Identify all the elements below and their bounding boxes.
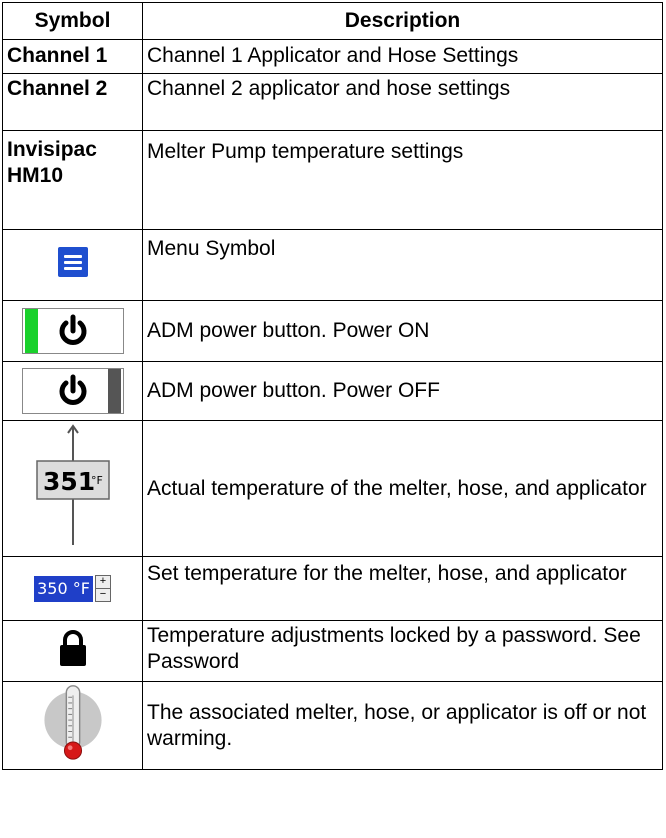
power-on-icon: [21, 307, 124, 354]
lock-icon: [59, 629, 86, 666]
symbol-cell: [2, 300, 143, 362]
symbol-channel-1: Channel 1: [2, 39, 143, 74]
actual-temperature-icon: 351 °F: [35, 424, 110, 545]
symbol-cell: [2, 620, 143, 682]
increase-icon: +: [94, 575, 111, 589]
table-row: Channel 1 Channel 1 Applicator and Hose …: [2, 39, 663, 74]
description-cell: Channel 2 applicator and hose settings: [142, 73, 663, 131]
symbol-invisipac: Invisipac HM10: [2, 130, 143, 230]
symbol-cell: 350 °F + −: [2, 556, 143, 621]
description-cell: Actual temperature of the melter, hose, …: [142, 420, 663, 557]
description-cell: Temperature adjustments locked by a pass…: [142, 620, 663, 682]
table-row: 351 °F Actual temperature of the melter,…: [2, 420, 663, 557]
power-off-icon: [21, 367, 124, 414]
decrease-icon: −: [94, 589, 111, 602]
table-row: Menu Symbol: [2, 229, 663, 301]
symbol-header: Symbol: [2, 2, 143, 40]
description-cell: ADM power button. Power ON: [142, 300, 663, 362]
table-row: ADM power button. Power ON: [2, 300, 663, 362]
symbol-cell: 351 °F: [2, 420, 143, 557]
table-row: Temperature adjustments locked by a pass…: [2, 620, 663, 682]
table-row: Channel 2 Channel 2 applicator and hose …: [2, 73, 663, 131]
table-header-row: Symbol Description: [2, 2, 663, 40]
description-cell: Menu Symbol: [142, 229, 663, 301]
svg-text:°F: °F: [91, 474, 103, 487]
description-cell: Set temperature for the melter, hose, an…: [142, 556, 663, 621]
symbol-cell: [2, 361, 143, 421]
description-cell: Melter Pump temperature settings: [142, 130, 663, 230]
svg-text:351: 351: [43, 467, 95, 496]
description-cell: The associated melter, hose, or applicat…: [142, 681, 663, 770]
table-row: ADM power button. Power OFF: [2, 361, 663, 421]
description-header: Description: [142, 2, 663, 40]
table-row: The associated melter, hose, or applicat…: [2, 681, 663, 770]
symbol-channel-2: Channel 2: [2, 73, 143, 131]
symbol-cell: [2, 681, 143, 770]
menu-icon: [57, 246, 88, 277]
thermometer-off-icon: [43, 685, 102, 760]
symbol-table: Symbol Description Channel 1 Channel 1 A…: [2, 2, 663, 770]
table-row: Invisipac HM10 Melter Pump temperature s…: [2, 130, 663, 230]
description-cell: Channel 1 Applicator and Hose Settings: [142, 39, 663, 74]
description-cell: ADM power button. Power OFF: [142, 361, 663, 421]
table-row: 350 °F + − Set temperature for the melte…: [2, 556, 663, 621]
symbol-cell: [2, 229, 143, 301]
set-temperature-icon: 350 °F + −: [34, 574, 111, 604]
